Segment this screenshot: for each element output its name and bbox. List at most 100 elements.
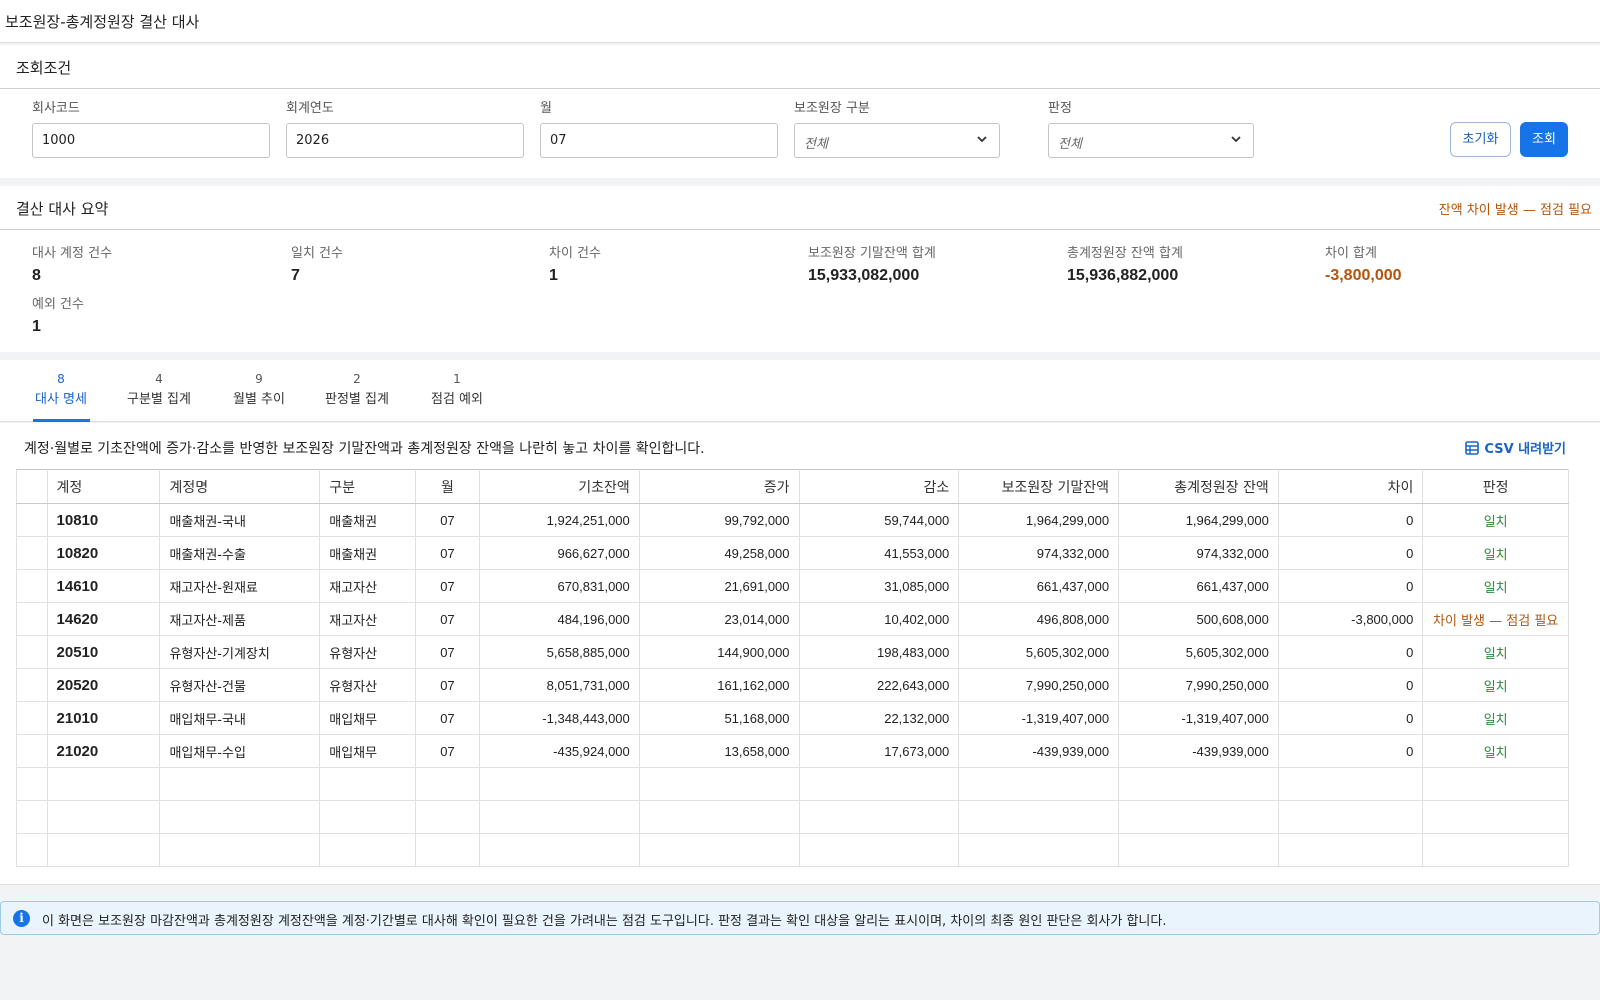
table-cell: 22,132,000: [798, 701, 960, 735]
empty-cell: [1118, 767, 1279, 801]
row-selector[interactable]: [16, 734, 48, 768]
table-cell: 49,258,000: [638, 536, 800, 570]
fiscal-year-input[interactable]: 2026: [286, 123, 524, 158]
column-header[interactable]: 보조원장 기말잔액: [958, 469, 1120, 504]
table-cell: 매출채권: [319, 503, 416, 537]
column-header[interactable]: 증가: [638, 469, 800, 504]
grid-description: 계정·월별로 기초잔액에 증가·감소를 반영한 보조원장 기말잔액과 총계정원장…: [24, 441, 705, 457]
table-cell: 일치: [1422, 734, 1569, 768]
table-cell: 재고자산-원재료: [159, 569, 321, 603]
table-cell: 일치: [1422, 701, 1569, 735]
table-cell: 0: [1277, 569, 1424, 603]
row-selector[interactable]: [16, 602, 48, 636]
empty-cell: [319, 800, 416, 834]
subledger-type-select[interactable]: 전체: [794, 123, 1000, 158]
empty-cell: [638, 800, 800, 834]
table-row[interactable]: 21010 매입채무-국내 매입채무 07 -1,348,443,000 51,168,0…: [16, 701, 1569, 735]
tab-by-judgement[interactable]: 2 판정별 집계: [325, 372, 389, 407]
spreadsheet-icon: [1465, 441, 1480, 455]
reset-button[interactable]: 초기화: [1450, 122, 1511, 157]
table-cell: 41,553,000: [798, 536, 960, 570]
stat-value: 8: [32, 267, 41, 284]
row-selector[interactable]: [16, 536, 48, 570]
table-cell: 10810: [46, 503, 161, 537]
tab-label: 대사 명세: [35, 392, 87, 407]
row-selector[interactable]: [16, 701, 48, 735]
table-row[interactable]: 20510 유형자산-기계장치 유형자산 07 5,658,885,000 144,900…: [16, 635, 1569, 669]
tab-label: 점검 예외: [431, 392, 483, 407]
table-cell: 유형자산-건물: [159, 668, 321, 702]
table-cell: 일치: [1422, 569, 1569, 603]
column-header[interactable]: 기초잔액: [479, 469, 640, 504]
stat-value: 15,933,082,000: [808, 267, 920, 284]
table-cell: -3,800,000: [1277, 602, 1424, 636]
empty-cell: [479, 800, 640, 834]
empty-cell: [1118, 833, 1279, 867]
table-cell: 07: [414, 635, 481, 669]
table-cell: 21010: [46, 701, 161, 735]
stat-gl-total: 총계정원장 잔액 합계 15,936,882,000: [1067, 242, 1183, 285]
info-notice: i 이 화면은 보조원장 마감잔액과 총계정원장 계정잔액을 계정·기간별로 대…: [0, 901, 1600, 935]
table-cell: 10,402,000: [798, 602, 960, 636]
table-cell: 매출채권-국내: [159, 503, 321, 537]
column-header[interactable]: 감소: [798, 469, 960, 504]
csv-download-label: CSV 내려받기: [1484, 442, 1566, 457]
empty-cell: [638, 833, 800, 867]
column-header[interactable]: 월: [414, 469, 481, 504]
row-selector[interactable]: [16, 668, 48, 702]
table-cell: 21020: [46, 734, 161, 768]
table-row[interactable]: 21020 매입채무-수입 매입채무 07 -435,924,000 13,658,000…: [16, 734, 1569, 768]
table-header-row: 계정 계정명 구분 월 기초잔액 증가 감소 보조원장 기말잔액 총계정원장 잔…: [16, 469, 1569, 504]
table-cell: 5,605,302,000: [1118, 635, 1279, 669]
table-cell: 유형자산: [319, 668, 416, 702]
table-row[interactable]: 20520 유형자산-건물 유형자산 07 8,051,731,000 161,162,0…: [16, 668, 1569, 702]
column-header[interactable]: 계정명: [159, 469, 321, 504]
tab-detail[interactable]: 8 대사 명세: [33, 372, 90, 422]
tab-exceptions[interactable]: 1 점검 예외: [431, 372, 483, 407]
tab-monthly-trend[interactable]: 9 월별 추이: [233, 372, 285, 407]
query-button[interactable]: 조회: [1520, 122, 1568, 157]
company-code-input[interactable]: 1000: [32, 123, 270, 158]
table-row[interactable]: 10810 매출채권-국내 매출채권 07 1,924,251,000 99,792,00…: [16, 503, 1569, 537]
fiscal-year-value: 2026: [296, 133, 330, 148]
table-cell: -439,939,000: [958, 734, 1120, 768]
stat-match-count: 일치 건수 7: [291, 242, 343, 285]
column-header[interactable]: 구분: [319, 469, 416, 504]
table-cell: 670,831,000: [479, 569, 640, 603]
stat-value: 7: [291, 267, 300, 284]
table-cell: -1,319,407,000: [958, 701, 1120, 735]
stat-label: 일치 건수: [291, 246, 343, 261]
table-cell: 일치: [1422, 536, 1569, 570]
judgement-select[interactable]: 전체: [1048, 123, 1254, 158]
table-cell: 일치: [1422, 503, 1569, 537]
column-header[interactable]: 판정: [1422, 469, 1569, 504]
table-cell: 974,332,000: [958, 536, 1120, 570]
tab-label: 판정별 집계: [325, 392, 389, 407]
empty-table-row: [16, 833, 1569, 867]
month-input[interactable]: 07: [540, 123, 778, 158]
column-header[interactable]: 계정: [46, 469, 161, 504]
stat-account-count: 대사 계정 건수 8: [32, 242, 112, 285]
tab-count: 2: [353, 372, 361, 386]
table-cell: 1,964,299,000: [1118, 503, 1279, 537]
table-cell: 매출채권-수출: [159, 536, 321, 570]
table-row[interactable]: 10820 매출채권-수출 매출채권 07 966,627,000 49,258,000 4…: [16, 536, 1569, 570]
table-cell: 144,900,000: [638, 635, 800, 669]
tab-count: 1: [453, 372, 461, 386]
column-header[interactable]: 총계정원장 잔액: [1118, 469, 1279, 504]
company-code-label: 회사코드: [32, 101, 80, 116]
table-row[interactable]: 14620 재고자산-제품 재고자산 07 484,196,000 23,014,000 1…: [16, 602, 1569, 636]
row-selector[interactable]: [16, 569, 48, 603]
table-cell: 10820: [46, 536, 161, 570]
table-cell: 31,085,000: [798, 569, 960, 603]
table-cell: 07: [414, 668, 481, 702]
table-row[interactable]: 14610 재고자산-원재료 재고자산 07 670,831,000 21,691,000…: [16, 569, 1569, 603]
tab-by-type[interactable]: 4 구분별 집계: [127, 372, 191, 407]
csv-download-button[interactable]: CSV 내려받기: [1464, 438, 1566, 457]
empty-cell: [414, 833, 481, 867]
fiscal-year-label: 회계연도: [286, 101, 334, 116]
row-selector[interactable]: [16, 635, 48, 669]
column-header[interactable]: 차이: [1277, 469, 1424, 504]
row-selector[interactable]: [16, 503, 48, 537]
table-cell: 07: [414, 503, 481, 537]
